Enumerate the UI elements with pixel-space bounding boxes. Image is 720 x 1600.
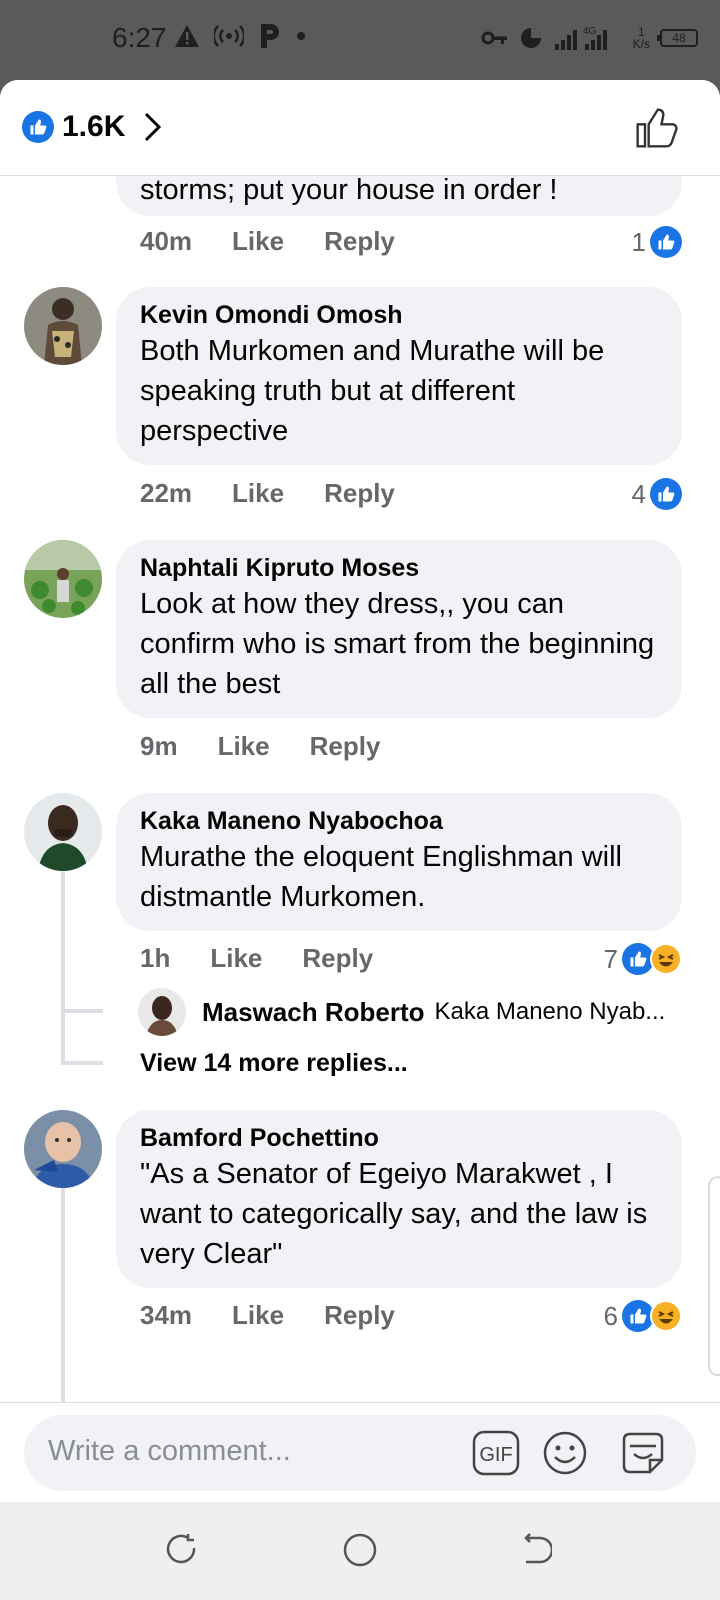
emoji-button[interactable] bbox=[542, 1430, 588, 1481]
comment-time: 40m bbox=[140, 226, 193, 256]
gif-button[interactable]: GIF bbox=[472, 1430, 520, 1481]
status-right-icons: 4G 1 K/s 48 bbox=[481, 24, 698, 52]
like-button[interactable]: Like bbox=[232, 478, 284, 509]
status-bar: 6:27 4G 1 K/s 48 bbox=[0, 0, 720, 80]
hotspot-icon bbox=[214, 25, 244, 47]
comment-meta: 9m Like Reply bbox=[140, 731, 380, 762]
scroll-handle[interactable] bbox=[708, 1176, 720, 1376]
like-icon bbox=[650, 478, 682, 510]
back-icon[interactable] bbox=[520, 1532, 552, 1568]
comment-time: 34m bbox=[140, 1300, 193, 1330]
svg-text:GIF: GIF bbox=[479, 1444, 512, 1466]
comment-author[interactable]: Bamford Pochettino bbox=[140, 1122, 658, 1154]
thread-line bbox=[61, 871, 65, 1061]
like-button[interactable]: Like bbox=[210, 943, 262, 974]
comment-author[interactable]: Kaka Maneno Nyabochoa bbox=[140, 805, 658, 837]
comment-text: "As a Senator of Egeiyo Marakwet , I wan… bbox=[140, 1158, 648, 1270]
comment-input[interactable] bbox=[48, 1435, 448, 1468]
reply-button[interactable]: Reply bbox=[310, 731, 381, 762]
status-left-icons bbox=[174, 22, 306, 50]
home-icon[interactable] bbox=[342, 1532, 378, 1568]
battery-icon: 48 bbox=[657, 29, 698, 47]
comment-bubble[interactable]: Kaka Maneno Nyabochoa Murathe the eloque… bbox=[116, 793, 682, 931]
reaction-number: 1 bbox=[631, 226, 646, 257]
haha-icon bbox=[650, 1300, 682, 1332]
comment-time: 22m bbox=[140, 478, 193, 508]
comment-bubble[interactable]: Kevin Omondi Omosh Both Murkomen and Mur… bbox=[116, 287, 682, 465]
thread-line bbox=[61, 1061, 103, 1065]
like-icon bbox=[650, 226, 682, 258]
comment-text: Both Murkomen and Murathe will be speaki… bbox=[140, 335, 605, 447]
comment-meta: 40m Like Reply bbox=[140, 226, 395, 257]
view-more-replies-link[interactable]: View 14 more replies... bbox=[140, 1049, 408, 1078]
reactions-summary-button[interactable]: 1.6K bbox=[22, 110, 163, 144]
network-speed: 1 K/s bbox=[633, 26, 650, 50]
chevron-right-icon bbox=[145, 112, 162, 142]
comment-author[interactable]: Naphtali Kipruto Moses bbox=[140, 552, 658, 584]
reaction-number: 6 bbox=[603, 1300, 618, 1331]
recent-apps-icon[interactable] bbox=[166, 1532, 198, 1568]
comment-bubble[interactable]: storms; put your house in order ! bbox=[116, 176, 682, 216]
avatar[interactable] bbox=[24, 1110, 102, 1188]
composer-box[interactable]: GIF bbox=[24, 1415, 696, 1491]
comment-composer: GIF bbox=[0, 1402, 720, 1502]
parking-icon bbox=[261, 24, 279, 48]
reaction-number: 4 bbox=[631, 478, 646, 509]
comment-bubble[interactable]: Bamford Pochettino "As a Senator of Egei… bbox=[116, 1110, 682, 1288]
reply-text: Kaka Maneno Nyab... bbox=[434, 998, 666, 1025]
reaction-number: 7 bbox=[603, 943, 618, 974]
avatar[interactable] bbox=[138, 988, 186, 1036]
svg-text:4G: 4G bbox=[583, 26, 597, 37]
comment-reactions[interactable]: 6 bbox=[604, 1300, 682, 1332]
vpn-key-icon bbox=[481, 31, 507, 45]
system-nav-bar bbox=[0, 1502, 720, 1600]
sticker-icon bbox=[622, 1432, 664, 1474]
warning-icon bbox=[175, 25, 199, 47]
emoji-icon bbox=[543, 1431, 587, 1475]
avatar[interactable] bbox=[24, 540, 102, 618]
reply-button[interactable]: Reply bbox=[324, 478, 395, 509]
sticker-button[interactable] bbox=[620, 1430, 666, 1481]
reply-button[interactable]: Reply bbox=[324, 1300, 395, 1331]
comment-reactions[interactable]: 1 bbox=[632, 226, 682, 258]
reply-author: Maswach Roberto bbox=[202, 996, 425, 1027]
status-time: 6:27 bbox=[112, 22, 167, 53]
speed-unit: K/s bbox=[632, 37, 650, 51]
like-button[interactable]: Like bbox=[232, 226, 284, 257]
thread-line bbox=[61, 1009, 103, 1013]
avatar[interactable] bbox=[24, 287, 102, 365]
comment-meta: 34m Like Reply bbox=[140, 1300, 395, 1331]
comment-time: 1h bbox=[140, 943, 171, 973]
comment-text: Murathe the eloquent Englishman will dis… bbox=[140, 841, 622, 913]
dot-icon bbox=[297, 32, 305, 40]
reply-button[interactable]: Reply bbox=[302, 943, 373, 974]
like-button[interactable]: Like bbox=[218, 731, 270, 762]
comment-meta: 22m Like Reply bbox=[140, 478, 395, 509]
comment-author[interactable]: Kevin Omondi Omosh bbox=[140, 299, 658, 331]
avatar[interactable] bbox=[24, 793, 102, 871]
data-saver-icon bbox=[520, 28, 541, 48]
comments-feed[interactable]: storms; put your house in order ! 40m Li… bbox=[0, 176, 720, 1402]
comment-text: Look at how they dress,, you can confirm… bbox=[140, 588, 655, 700]
like-button[interactable]: Like bbox=[232, 1300, 284, 1331]
comment-meta: 1h Like Reply bbox=[140, 943, 373, 974]
comments-sheet: 1.6K storms; put your house in order ! 4… bbox=[0, 80, 720, 1502]
comment-time: 9m bbox=[140, 731, 178, 761]
reply-button[interactable]: Reply bbox=[324, 226, 395, 257]
reply-preview[interactable]: Maswach Roberto Kaka Maneno Nyab... bbox=[138, 988, 675, 1036]
comment-text: storms; put your house in order ! bbox=[140, 176, 558, 206]
thread-line bbox=[61, 1188, 65, 1402]
thumbs-up-outline-icon[interactable] bbox=[634, 106, 678, 150]
comment-reactions[interactable]: 7 bbox=[604, 943, 682, 975]
comment-bubble[interactable]: Naphtali Kipruto Moses Look at how they … bbox=[116, 540, 682, 718]
like-icon bbox=[22, 111, 54, 143]
reaction-count: 1.6K bbox=[62, 110, 126, 143]
haha-icon bbox=[650, 943, 682, 975]
comment-reactions[interactable]: 4 bbox=[632, 478, 682, 510]
sheet-header: 1.6K bbox=[0, 80, 720, 176]
signal-icon: 4G bbox=[554, 26, 607, 50]
